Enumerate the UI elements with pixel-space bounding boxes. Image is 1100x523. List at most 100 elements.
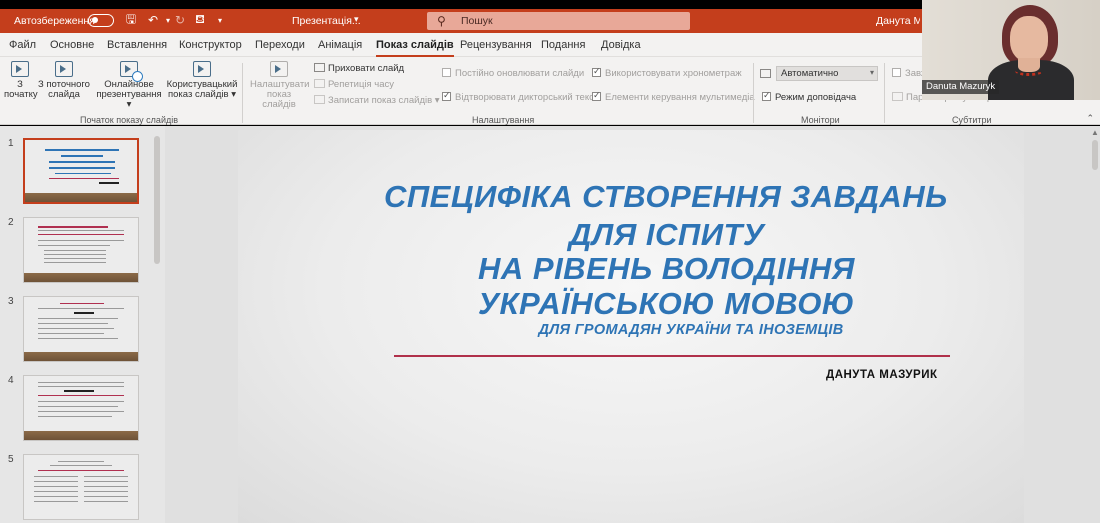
- rehearse-icon: [314, 79, 325, 88]
- slide-thumbnail-5[interactable]: [23, 454, 139, 520]
- slide-thumbnails-pane: 1 2 3 4 5: [0, 126, 165, 523]
- document-title[interactable]: Презентація...: [292, 15, 361, 27]
- from-current-label: З поточного слайда: [38, 79, 90, 100]
- webcam-person-necklace: [1015, 66, 1043, 76]
- tab-home[interactable]: Основне: [50, 39, 94, 51]
- save-icon[interactable]: 🖫: [123, 12, 139, 28]
- group-label-monitors: Монітори: [801, 115, 840, 125]
- thumb-text-line: [84, 496, 128, 497]
- thumb-title-line: [49, 161, 115, 163]
- account-name[interactable]: Данута Мазурик: [876, 15, 920, 27]
- thumb-text-line: [38, 328, 114, 329]
- slide-thumbnail-2[interactable]: [23, 217, 139, 283]
- ribbon-tabs: Файл Основне Вставлення Конструктор Пере…: [0, 33, 922, 57]
- thumb-floor: [24, 352, 138, 361]
- search-icon: ⚲: [437, 14, 446, 28]
- use-timings-label: Використовувати хронометраж: [605, 68, 742, 79]
- custom-slide-show-button[interactable]: Користувацький показ слайдів ▾: [166, 61, 238, 100]
- collapse-ribbon-icon[interactable]: ⌃: [1086, 113, 1094, 124]
- hide-slide-button[interactable]: Приховати слайд: [314, 63, 404, 74]
- current-slide[interactable]: СПЕЦИФІКА СТВОРЕННЯ ЗАВДАНЬ ДЛЯ ІСПИТУ Н…: [238, 130, 1024, 523]
- thumb-title-line: [61, 155, 103, 157]
- custom-show-icon: [193, 61, 211, 77]
- search-box[interactable]: ⚲ Пошук: [427, 12, 690, 30]
- thumb-text-line: [58, 461, 104, 462]
- thumb-text-line: [38, 308, 124, 309]
- slideshow-from-start-icon[interactable]: ⛾: [192, 12, 208, 28]
- thumb-text-line: [38, 386, 124, 387]
- play-narrations-checkbox[interactable]: Відтворювати дикторський текст: [442, 90, 599, 103]
- monitor-select[interactable]: Автоматично ▾: [776, 66, 878, 81]
- use-timings-checkbox[interactable]: Використовувати хронометраж: [592, 66, 742, 79]
- presenter-view-label: Режим доповідача: [775, 92, 857, 103]
- play-narrations-label: Відтворювати дикторський текст: [455, 92, 599, 103]
- webcam-person-face: [1010, 16, 1048, 62]
- from-current-button[interactable]: З поточного слайда: [36, 61, 92, 100]
- group-label-start: Початок показу слайдів: [80, 115, 178, 125]
- slide-thumbnail-3[interactable]: [23, 296, 139, 362]
- thumb-text-line: [38, 401, 124, 402]
- tab-insert[interactable]: Вставлення: [107, 39, 167, 51]
- thumbnail-number: 4: [8, 375, 14, 386]
- chevron-down-icon: ▾: [126, 99, 132, 110]
- rehearse-timings-button[interactable]: Репетиція часу: [314, 79, 394, 90]
- editor-scrollbar[interactable]: ▲: [1090, 126, 1100, 523]
- undo-icon[interactable]: ↶: [145, 12, 161, 28]
- thumb-text-line: [38, 416, 112, 417]
- slide-divider-rule: [394, 355, 950, 357]
- tab-file[interactable]: Файл: [9, 39, 36, 51]
- tab-transitions[interactable]: Переходи: [255, 39, 305, 51]
- from-beginning-button[interactable]: З початку: [4, 61, 38, 100]
- tab-review[interactable]: Рецензування: [460, 39, 532, 51]
- thumb-text-line: [84, 481, 128, 482]
- record-slide-show-button[interactable]: Записати показ слайдів ▾: [314, 95, 440, 106]
- slide-thumbnail-1[interactable]: [23, 138, 139, 204]
- media-controls-checkbox[interactable]: Елементи керування мультимедіа: [592, 90, 755, 103]
- tab-help[interactable]: Довідка: [601, 39, 641, 51]
- thumb-text-line: [50, 465, 112, 466]
- thumb-text-line: [38, 406, 118, 407]
- group-divider: [242, 63, 243, 123]
- present-online-label: Онлайнове презентування: [96, 79, 162, 100]
- thumb-text-line: [84, 486, 128, 487]
- presenter-view-checkbox[interactable]: Режим доповідача: [762, 90, 857, 103]
- tab-animations[interactable]: Анімація: [318, 39, 362, 51]
- checkbox-icon: [892, 68, 901, 77]
- setup-show-label: Налаштувати показ слайдів: [250, 79, 310, 110]
- thumb-text-line: [84, 501, 128, 502]
- thumb-text-line: [64, 390, 94, 392]
- redo-icon[interactable]: ↻: [172, 12, 188, 28]
- present-online-button[interactable]: Онлайнове презентування ▾: [96, 61, 162, 110]
- rehearse-label: Репетиція часу: [328, 79, 395, 90]
- scrollbar-thumb[interactable]: [154, 136, 160, 264]
- monitor-icon: [760, 69, 771, 78]
- thumbnail-number: 2: [8, 217, 14, 228]
- chevron-down-icon[interactable]: ▾: [354, 14, 359, 25]
- scroll-up-icon[interactable]: ▲: [1091, 128, 1099, 137]
- thumb-rule: [38, 395, 124, 396]
- thumb-author-line: [99, 182, 119, 184]
- autosave-label: Автозбереження: [14, 15, 95, 27]
- tab-slide-show[interactable]: Показ слайдів: [376, 39, 454, 57]
- slide-title-line-3: НА РІВЕНЬ ВОЛОДІННЯ: [478, 251, 855, 286]
- thumbnails-scrollbar[interactable]: [153, 126, 161, 523]
- thumb-rule: [38, 470, 124, 471]
- slideshow-start-icon: [11, 61, 29, 77]
- tab-design[interactable]: Конструктор: [179, 39, 242, 51]
- thumb-text-line: [84, 491, 128, 492]
- customize-qat-icon[interactable]: ▾: [212, 12, 228, 28]
- thumb-text-line: [38, 411, 124, 412]
- setup-slide-show-button[interactable]: Налаштувати показ слайдів: [250, 61, 310, 110]
- thumb-text-line: [34, 476, 78, 477]
- tab-view[interactable]: Подання: [541, 39, 585, 51]
- thumb-text-line: [38, 240, 124, 241]
- scrollbar-thumb[interactable]: [1092, 140, 1098, 170]
- thumb-text-line: [38, 382, 124, 383]
- slide-thumbnail-4[interactable]: [23, 375, 139, 441]
- keep-updated-checkbox[interactable]: Постійно оновлювати слайди: [442, 68, 584, 79]
- thumb-text-line: [38, 323, 108, 324]
- checkbox-icon: [592, 90, 601, 101]
- thumb-floor: [25, 193, 137, 202]
- thumb-text-line: [38, 230, 124, 231]
- autosave-toggle[interactable]: [88, 14, 114, 27]
